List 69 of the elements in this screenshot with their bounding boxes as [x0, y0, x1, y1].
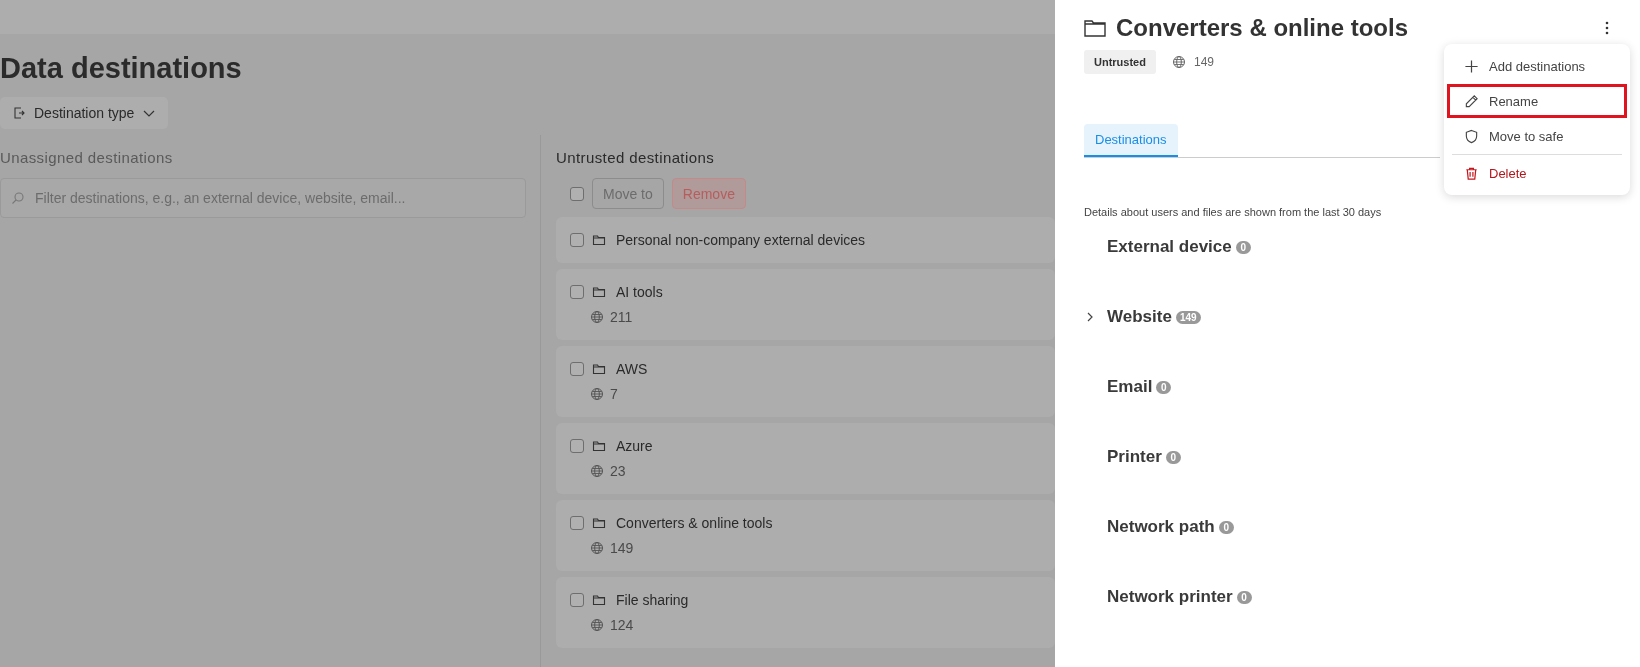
globe-icon [590, 387, 604, 401]
row-checkbox[interactable] [570, 439, 584, 453]
count-badge: 149 [1175, 310, 1201, 324]
globe-icon [590, 618, 604, 632]
menu-item[interactable]: Rename [1447, 84, 1627, 118]
trash-icon [1464, 165, 1479, 181]
menu-item[interactable]: Delete [1447, 156, 1627, 190]
page-title: Data destinations [0, 52, 242, 85]
plus-icon [1464, 58, 1479, 74]
count-badge: 0 [1165, 450, 1181, 464]
group-name: File sharing [616, 592, 689, 608]
group-name: AWS [616, 361, 648, 377]
globe-icon [1171, 55, 1186, 69]
info-text: Details about users and files are shown from the last 30 days [1084, 206, 1383, 218]
category-name: Network path [1107, 517, 1215, 537]
website-count: 149 [1193, 55, 1214, 69]
search-icon [11, 191, 25, 205]
website-count: 149 [610, 540, 634, 556]
globe-icon [590, 310, 604, 324]
destination-group-card[interactable]: Personal non-company external devices [556, 217, 1055, 263]
destination-group-card[interactable]: Converters & online tools 149 [556, 500, 1055, 571]
category-name: External device [1107, 237, 1232, 257]
count-badge: 0 [1235, 240, 1251, 254]
group-name: AI tools [616, 284, 663, 300]
shield-icon [1464, 128, 1479, 144]
destination-group-card[interactable]: AWS 7 [556, 346, 1055, 417]
website-count: 211 [610, 309, 633, 325]
category-name: Website [1107, 307, 1172, 327]
folder-icon [1084, 18, 1106, 38]
destination-group-card[interactable]: Azure 23 [556, 423, 1055, 494]
status-badge: Untrusted [1084, 50, 1156, 74]
website-count: 7 [610, 386, 618, 402]
globe-icon [590, 541, 604, 555]
folder-icon [592, 593, 606, 607]
website-count: 124 [610, 617, 634, 633]
count-badge: 0 [1218, 520, 1234, 534]
filter-field[interactable]: Filter destinations, e.g., an external device, website, email... [0, 178, 526, 218]
folder-icon [592, 439, 606, 453]
row-checkbox[interactable] [570, 285, 584, 299]
row-checkbox[interactable] [570, 516, 584, 530]
section-title: Unassigned destinations [0, 148, 174, 168]
row-checkbox[interactable] [570, 233, 584, 247]
section-title: Untrusted destinations [556, 148, 716, 168]
row-checkbox[interactable] [570, 362, 584, 376]
menu-item[interactable]: Add destinations [1447, 49, 1627, 83]
group-name: Converters & online tools [616, 515, 773, 531]
select-all-checkbox[interactable] [570, 186, 584, 201]
menu-item[interactable]: Move to safe [1447, 119, 1627, 153]
export-icon [12, 106, 26, 120]
group-name: Personal non-company external devices [616, 232, 866, 248]
count-badge: 0 [1156, 380, 1172, 394]
category-name: Network printer [1107, 587, 1233, 607]
category-name: Email [1107, 377, 1153, 397]
globe-icon [590, 464, 604, 478]
more-options-icon[interactable] [1604, 20, 1610, 36]
count-badge: 0 [1236, 590, 1252, 604]
category-name: Printer [1107, 447, 1162, 467]
row-checkbox[interactable] [570, 593, 584, 607]
destination-group-card[interactable]: File sharing 124 [556, 577, 1055, 648]
website-count: 23 [610, 463, 626, 479]
pencil-icon [1464, 93, 1479, 109]
group-name: Azure [616, 438, 653, 454]
destination-group-card[interactable]: AI tools 211 [556, 269, 1055, 340]
folder-icon [592, 233, 606, 247]
folder-icon [592, 362, 606, 376]
drawer-title: Converters & online tools [1116, 14, 1409, 42]
folder-icon [592, 285, 606, 299]
destination-type-filter[interactable]: Destination type [0, 97, 169, 129]
folder-icon [592, 516, 606, 530]
